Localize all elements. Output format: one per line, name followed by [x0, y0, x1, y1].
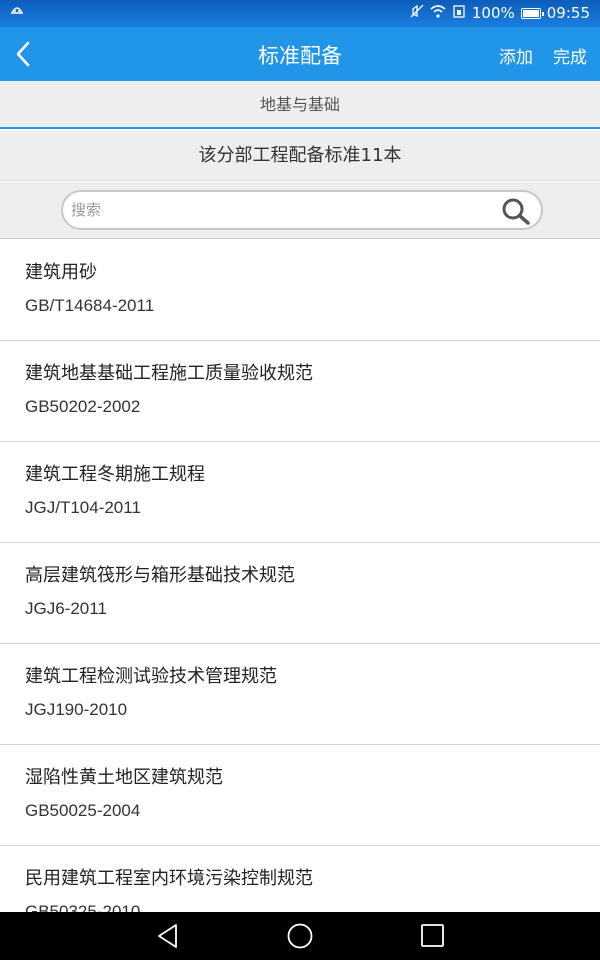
standards-count: 该分部工程配备标准11本 — [0, 131, 600, 181]
wifi-icon — [430, 4, 446, 22]
list-item[interactable]: 建筑地基基础工程施工质量验收规范 GB50202-2002 — [0, 341, 600, 442]
sim-icon — [452, 4, 466, 22]
system-nav-bar — [0, 912, 600, 960]
search-icon[interactable] — [501, 197, 531, 229]
mute-icon — [410, 4, 424, 22]
app-bar: 标准配备 添加 完成 — [0, 27, 600, 81]
notification-icon — [10, 4, 24, 20]
section-title: 地基与基础 — [0, 81, 600, 129]
list-item[interactable]: 建筑工程冬期施工规程 JGJ/T104-2011 — [0, 442, 600, 543]
standard-code: GB/T14684-2011 — [25, 296, 155, 315]
standard-code: GB50202-2002 — [25, 397, 141, 416]
standard-name: 民用建筑工程室内环境污染控制规范 — [25, 868, 313, 889]
search-bar — [0, 182, 600, 239]
standard-code: JGJ190-2010 — [25, 700, 128, 719]
nav-back-icon[interactable] — [154, 922, 182, 950]
standard-code: JGJ6-2011 — [25, 599, 107, 618]
battery-icon — [520, 7, 544, 19]
standard-name: 建筑工程冬期施工规程 — [25, 464, 205, 485]
status-bar: 100% 09:55 — [0, 0, 600, 27]
list-item[interactable]: 湿陷性黄土地区建筑规范 GB50025-2004 — [0, 745, 600, 846]
standard-code: GB50025-2004 — [25, 801, 141, 820]
list-item[interactable]: 民用建筑工程室内环境污染控制规范 GB50325-2010 — [0, 846, 600, 912]
battery-percentage: 100% — [471, 4, 515, 22]
done-button[interactable]: 完成 — [553, 43, 587, 68]
standard-name: 湿陷性黄土地区建筑规范 — [25, 767, 223, 788]
clock: 09:55 — [546, 4, 590, 22]
list-item[interactable]: 高层建筑筏形与箱形基础技术规范 JGJ6-2011 — [0, 543, 600, 644]
standard-name: 高层建筑筏形与箱形基础技术规范 — [25, 565, 295, 586]
standard-name: 建筑用砂 — [25, 262, 97, 283]
standard-name: 建筑地基基础工程施工质量验收规范 — [25, 363, 313, 384]
add-button[interactable]: 添加 — [499, 43, 533, 68]
standard-code: GB50325-2010 — [25, 902, 141, 912]
standard-name: 建筑工程检测试验技术管理规范 — [25, 666, 277, 687]
search-box[interactable] — [61, 190, 543, 230]
search-input[interactable] — [71, 198, 491, 222]
list-item[interactable]: 建筑工程检测试验技术管理规范 JGJ190-2010 — [0, 644, 600, 745]
nav-home-icon[interactable] — [286, 922, 314, 950]
list-item[interactable]: 建筑用砂 GB/T14684-2011 — [0, 240, 600, 341]
standard-code: JGJ/T104-2011 — [25, 498, 141, 517]
nav-recents-icon[interactable] — [419, 922, 447, 950]
standards-list: 建筑用砂 GB/T14684-2011 建筑地基基础工程施工质量验收规范 GB5… — [0, 240, 600, 912]
